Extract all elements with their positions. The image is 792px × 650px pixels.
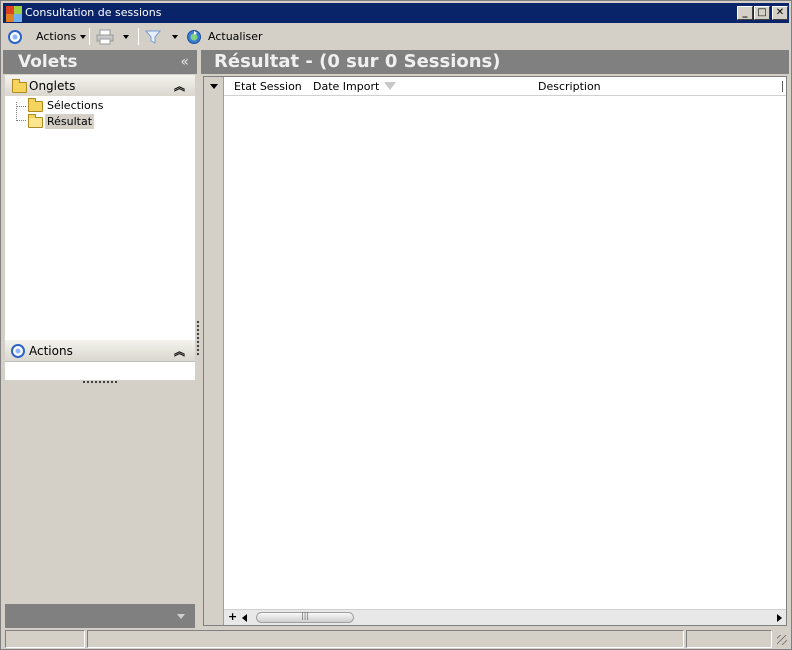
window-title: Consultation de sessions <box>25 6 162 19</box>
main-window: Consultation de sessions _ □ ✕ Actions A… <box>0 0 792 650</box>
refresh-label: Actualiser <box>208 30 263 43</box>
close-button[interactable]: ✕ <box>772 6 788 20</box>
maximize-button[interactable]: □ <box>754 6 770 20</box>
collapse-group-icon[interactable]: ︽ <box>174 78 185 94</box>
app-icon <box>6 6 22 22</box>
actions-group-header[interactable]: Actions ︽ <box>5 340 195 362</box>
thumb-grip-icon: ||| <box>301 611 310 620</box>
refresh-button[interactable]: Actualiser <box>186 27 263 46</box>
vertical-splitter[interactable] <box>197 321 199 355</box>
printer-icon <box>96 29 114 44</box>
onglets-group-header[interactable]: Onglets ︽ <box>5 75 195 97</box>
actions-group-label: Actions <box>29 344 73 358</box>
tree-connector <box>16 120 26 121</box>
column-divider[interactable] <box>782 81 783 92</box>
chevron-down-icon <box>123 34 129 39</box>
volets-header: Volets « <box>3 50 197 74</box>
tree-connector <box>16 106 26 107</box>
tabs-tree: Sélections Résultat <box>5 96 195 380</box>
title-bar[interactable]: Consultation de sessions _ □ ✕ <box>3 3 789 23</box>
filter-button[interactable] <box>145 27 161 46</box>
result-pane: Résultat - (0 sur 0 Sessions) Etat Sessi… <box>201 50 789 628</box>
minimize-button[interactable]: _ <box>737 6 753 20</box>
toolbar-separator <box>89 28 90 45</box>
sessions-grid: Etat Session Date Import Description + |… <box>203 76 787 626</box>
print-dropdown-button[interactable] <box>119 27 129 46</box>
result-title: Résultat - (0 sur 0 Sessions) <box>214 51 501 72</box>
status-cell <box>686 630 772 648</box>
chevron-down-icon <box>80 34 87 39</box>
actions-ring-icon <box>11 344 25 358</box>
toolbar: Actions Actualiser <box>3 25 789 48</box>
column-header-etat-session[interactable]: Etat Session <box>234 80 302 93</box>
collapse-pane-icon[interactable]: « <box>180 54 189 70</box>
tree-item-label: Résultat <box>45 114 95 129</box>
actions-ring-icon[interactable] <box>8 27 22 46</box>
volets-title: Volets <box>18 52 78 72</box>
open-folder-icon <box>28 114 43 128</box>
horizontal-splitter[interactable] <box>83 381 117 384</box>
onglets-label: Onglets <box>29 79 76 93</box>
row-header-column <box>204 77 224 625</box>
column-header-description[interactable]: Description <box>538 80 601 93</box>
actions-menu-button[interactable]: Actions <box>36 27 87 46</box>
add-row-icon[interactable]: + <box>228 610 237 623</box>
column-header-date-import[interactable]: Date Import <box>313 80 379 93</box>
scroll-thumb[interactable]: ||| <box>256 611 354 623</box>
folder-icon <box>12 79 27 93</box>
scroll-right-icon[interactable] <box>777 614 782 622</box>
toolbar-separator <box>138 28 139 45</box>
folder-icon <box>28 98 43 112</box>
refresh-icon <box>187 29 201 44</box>
result-header: Résultat - (0 sur 0 Sessions) <box>201 50 789 74</box>
status-bar <box>3 629 789 649</box>
chevron-down-icon[interactable] <box>210 84 218 89</box>
chevron-down-icon <box>172 34 178 39</box>
print-button[interactable] <box>96 27 114 46</box>
column-header-row: Etat Session Date Import Description <box>224 77 786 96</box>
tree-item-label: Sélections <box>47 99 104 112</box>
filter-icon <box>145 30 161 44</box>
left-pane: Volets « Onglets ︽ Sélections Résultat A… <box>3 50 197 628</box>
status-cell <box>5 630 85 648</box>
column-filter-icon[interactable] <box>384 82 396 90</box>
resize-grip-icon[interactable] <box>777 635 787 645</box>
horizontal-scrollbar[interactable]: + ||| <box>224 609 786 625</box>
status-cell <box>87 630 684 648</box>
tree-connector <box>16 102 17 119</box>
collapse-group-icon[interactable]: ︽ <box>174 343 185 359</box>
chevron-down-icon <box>177 614 185 619</box>
scroll-left-icon[interactable] <box>242 614 247 622</box>
pane-footer[interactable] <box>5 604 195 628</box>
actions-menu-label: Actions <box>36 30 77 43</box>
filter-dropdown-button[interactable] <box>168 27 178 46</box>
